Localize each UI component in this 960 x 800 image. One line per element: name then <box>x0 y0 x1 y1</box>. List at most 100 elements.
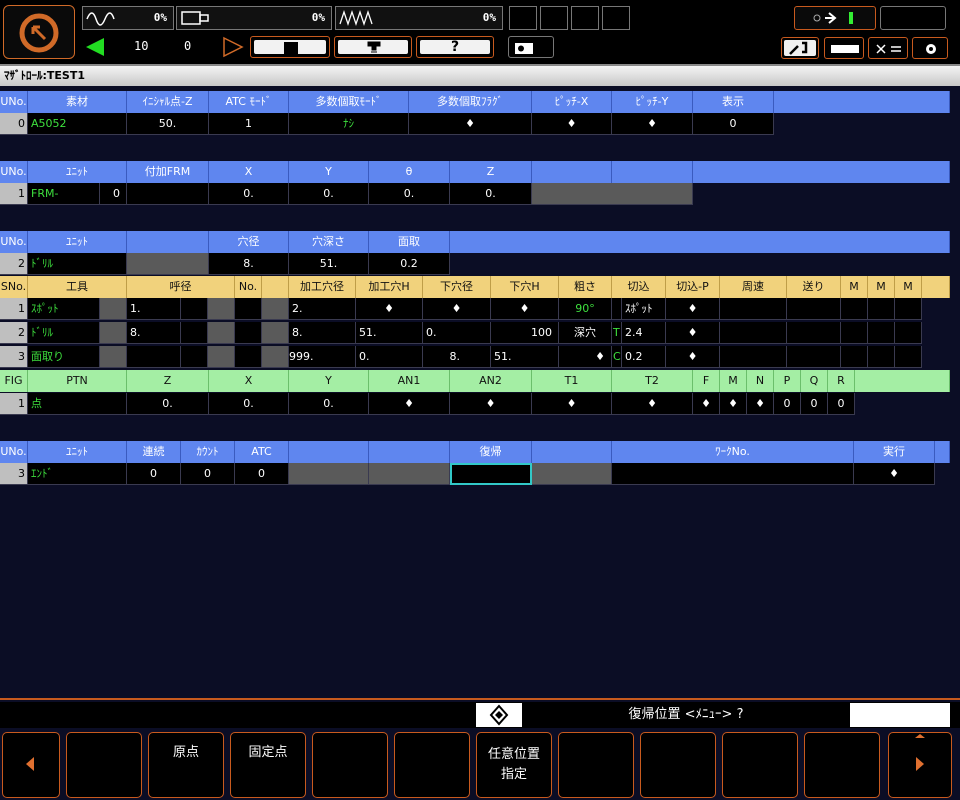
multi-flag-cell[interactable]: ♦ <box>409 113 532 135</box>
y-cell[interactable]: 0. <box>289 393 369 415</box>
arrow-right-icon[interactable] <box>222 36 244 58</box>
atc-cell[interactable]: 0 <box>235 463 289 485</box>
cut-cell[interactable]: ｽﾎﾟｯﾄ <box>622 298 666 320</box>
cut-cell[interactable]: 2.4 <box>622 322 666 344</box>
tool-cell[interactable]: 面取り <box>28 346 100 368</box>
work-no-cell[interactable] <box>612 463 854 485</box>
function-key-6[interactable]: 任意位置 指定 <box>476 732 552 798</box>
an1-cell[interactable]: ♦ <box>369 393 450 415</box>
speed-cell[interactable] <box>720 322 787 344</box>
pre-h-cell[interactable]: 51. <box>491 346 559 368</box>
tool-button[interactable] <box>334 36 412 58</box>
pre-h-cell[interactable]: 100 <box>491 322 559 344</box>
an2-cell[interactable]: ♦ <box>450 393 532 415</box>
tool-cell[interactable]: ﾄﾞﾘﾙ <box>28 322 100 344</box>
function-key-10[interactable] <box>804 732 880 798</box>
pre-h-cell[interactable]: ♦ <box>491 298 559 320</box>
arrow-left-icon[interactable] <box>84 36 106 58</box>
prev-page-key[interactable] <box>2 732 60 798</box>
next-page-key[interactable] <box>888 732 952 798</box>
unit-sub-cell[interactable]: 0 <box>100 183 127 205</box>
count-cell[interactable]: 0 <box>181 463 235 485</box>
hole-dia-cell[interactable]: 8. <box>209 253 289 275</box>
unit-cell[interactable]: ｴﾝﾄﾞ <box>28 463 127 485</box>
nominal-suffix-cell[interactable] <box>181 298 208 320</box>
hole-h-cell[interactable]: ♦ <box>356 298 423 320</box>
atc-mode-cell[interactable]: 1 <box>209 113 289 135</box>
tool-data-button[interactable] <box>824 37 864 59</box>
theta-cell[interactable]: 0. <box>369 183 450 205</box>
tool-no-cell[interactable] <box>235 298 262 320</box>
unit-cell[interactable]: FRM- <box>28 183 100 205</box>
m1-cell[interactable] <box>841 298 868 320</box>
m2-cell[interactable] <box>868 346 895 368</box>
hole-depth-cell[interactable]: 51. <box>289 253 369 275</box>
q-cell[interactable]: 0 <box>801 393 828 415</box>
hole-dia-cell[interactable]: 2. <box>289 298 356 320</box>
diagnostics-button[interactable] <box>781 37 819 59</box>
tool-no-cell[interactable] <box>235 322 262 344</box>
p-cell[interactable]: 0 <box>774 393 801 415</box>
program-button[interactable] <box>250 36 330 58</box>
ptn-cell[interactable]: 点 <box>28 393 127 415</box>
feed-cell[interactable] <box>787 322 841 344</box>
continuous-cell[interactable]: 0 <box>127 463 181 485</box>
m2-cell[interactable] <box>868 298 895 320</box>
hole-dia-cell[interactable]: 8. <box>289 322 356 344</box>
feed-cell[interactable] <box>787 298 841 320</box>
tool-no-cell[interactable] <box>235 346 262 368</box>
speed-cell[interactable] <box>720 298 787 320</box>
f-cell[interactable]: ♦ <box>693 393 720 415</box>
pre-dia-cell[interactable]: ♦ <box>423 298 491 320</box>
parameter-button[interactable] <box>868 37 908 59</box>
cut-p-cell[interactable]: ♦ <box>666 346 720 368</box>
function-key-2[interactable]: 原点 <box>148 732 224 798</box>
x-cell[interactable]: 0. <box>209 183 289 205</box>
function-key-9[interactable] <box>722 732 798 798</box>
input-mode-button[interactable] <box>476 703 522 727</box>
function-key-5[interactable] <box>394 732 470 798</box>
feed-cell[interactable] <box>787 346 841 368</box>
r-cell[interactable]: 0 <box>828 393 855 415</box>
function-key-4[interactable] <box>312 732 388 798</box>
function-key-8[interactable] <box>640 732 716 798</box>
settings-button[interactable] <box>912 37 948 59</box>
m3-cell[interactable] <box>895 346 922 368</box>
key-counter[interactable]: 0 <box>508 36 554 58</box>
function-key-3[interactable]: 固定点 <box>230 732 306 798</box>
m2-cell[interactable] <box>868 322 895 344</box>
m1-cell[interactable] <box>841 322 868 344</box>
add-frm-cell[interactable] <box>127 183 209 205</box>
pre-dia-cell[interactable]: 0. <box>423 322 491 344</box>
execute-cell[interactable]: ♦ <box>854 463 935 485</box>
nominal-suffix-cell[interactable] <box>181 346 208 368</box>
input-field[interactable] <box>850 703 950 727</box>
pitch-y-cell[interactable]: ♦ <box>612 113 693 135</box>
hole-dia-cell[interactable]: 999. <box>289 346 356 368</box>
z-cell[interactable]: 0. <box>127 393 209 415</box>
signal-status[interactable] <box>794 6 876 30</box>
z-cell[interactable]: 0. <box>450 183 532 205</box>
y-cell[interactable]: 0. <box>289 183 369 205</box>
initial-z-cell[interactable]: 50. <box>127 113 209 135</box>
unit-cell[interactable]: ﾄﾞﾘﾙ <box>28 253 127 275</box>
return-cell-selected[interactable] <box>450 463 532 485</box>
chamfer-cell[interactable]: 0.2 <box>369 253 450 275</box>
cut-p-cell[interactable]: ♦ <box>666 298 720 320</box>
help-button[interactable]: ? <box>416 36 494 58</box>
hole-h-cell[interactable]: 0. <box>356 346 423 368</box>
roughness-cell[interactable]: 深穴 <box>559 322 612 344</box>
cut-p-cell[interactable]: ♦ <box>666 322 720 344</box>
pitch-x-cell[interactable]: ♦ <box>532 113 612 135</box>
m1-cell[interactable] <box>841 346 868 368</box>
m3-cell[interactable] <box>895 298 922 320</box>
nominal-dia-cell[interactable]: 1. <box>127 298 181 320</box>
function-key-7[interactable] <box>558 732 634 798</box>
roughness-cell[interactable]: ♦ <box>559 346 612 368</box>
nominal-dia-cell[interactable]: 8. <box>127 322 181 344</box>
multi-mode-cell[interactable]: ﾅｼ <box>289 113 409 135</box>
roughness-cell[interactable]: 90° <box>559 298 612 320</box>
cut-cell[interactable]: 0.2 <box>622 346 666 368</box>
x-cell[interactable]: 0. <box>209 393 289 415</box>
tool-cell[interactable]: ｽﾎﾟｯﾄ <box>28 298 100 320</box>
